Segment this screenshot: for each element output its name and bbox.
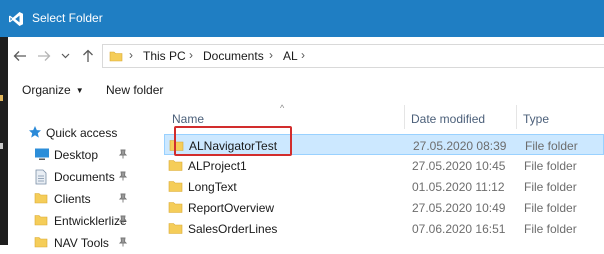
list-item[interactable]: SalesOrderLines 07.06.2020 16:51 File fo… [164, 218, 604, 239]
column-header-name[interactable]: Name [172, 112, 204, 126]
breadcrumb-al[interactable]: AL [283, 49, 298, 63]
organize-label: Organize [22, 83, 71, 97]
breadcrumb-this-pc[interactable]: This PC [143, 49, 186, 63]
nav-item-label: NAV Tools [54, 236, 109, 250]
sort-ascending-icon: ^ [280, 103, 285, 113]
documents-icon [35, 169, 47, 185]
folder-icon [34, 215, 48, 226]
back-arrow-icon [13, 51, 26, 61]
file-date: 01.05.2020 11:12 [412, 180, 505, 194]
file-type: File folder [524, 222, 577, 236]
forward-button[interactable] [34, 46, 54, 66]
chevron-right-icon: › [189, 48, 193, 62]
address-bar[interactable]: › This PC › Documents › AL › [102, 44, 604, 68]
chevron-right-icon: › [129, 48, 133, 62]
navigation-pane: Quick access Desktop Documents Clients E… [8, 105, 150, 250]
nav-item-desktop[interactable]: Desktop [8, 144, 150, 166]
list-item[interactable]: LongText 01.05.2020 11:12 File folder [164, 176, 604, 197]
file-name: ALProject1 [188, 159, 247, 173]
column-header-date[interactable]: Date modified [411, 112, 485, 126]
breadcrumb-documents[interactable]: Documents [203, 49, 264, 63]
folder-icon [34, 237, 48, 248]
file-name: LongText [188, 180, 237, 194]
file-type: File folder [524, 180, 577, 194]
folder-icon [109, 51, 123, 62]
chevron-right-icon: › [301, 48, 305, 62]
chevron-right-icon: › [269, 48, 273, 62]
folder-icon [34, 193, 48, 204]
navigation-scrollbar[interactable] [142, 105, 150, 245]
close-button[interactable] [548, 0, 604, 37]
annotation-highlight-box [174, 126, 292, 156]
file-date: 27.05.2020 08:39 [413, 139, 507, 153]
recent-locations-button[interactable] [58, 46, 72, 66]
folder-icon [168, 160, 183, 171]
file-date: 07.06.2020 16:51 [412, 222, 506, 236]
pin-icon [118, 149, 128, 159]
command-bar: Organize ▼ New folder [8, 75, 604, 106]
up-button[interactable] [78, 46, 98, 66]
desktop-icon [35, 148, 49, 160]
list-item[interactable]: ALProject1 27.05.2020 10:45 File folder [164, 155, 604, 176]
caret-down-icon: ▼ [75, 86, 84, 95]
file-name: ReportOverview [188, 201, 275, 215]
nav-item-label: Entwicklerlize [54, 214, 127, 228]
organize-button[interactable]: Organize ▼ [22, 83, 84, 97]
folder-icon [168, 202, 183, 213]
address-row: › This PC › Documents › AL › [8, 37, 604, 75]
pin-icon [118, 237, 128, 247]
nav-item-nav-tools[interactable]: NAV Tools [8, 232, 150, 254]
file-type: File folder [524, 159, 577, 173]
nav-item-entwicklerlize[interactable]: Entwicklerlize [8, 210, 150, 232]
nav-item-clients[interactable]: Clients [8, 188, 150, 210]
nav-item-documents[interactable]: Documents [8, 166, 150, 188]
nav-item-label: Quick access [46, 126, 118, 140]
column-header-type[interactable]: Type [523, 112, 549, 126]
new-folder-button[interactable]: New folder [106, 83, 163, 97]
vscode-icon [9, 12, 23, 26]
pin-icon [118, 215, 128, 225]
nav-item-label: Desktop [54, 148, 99, 162]
file-date: 27.05.2020 10:49 [412, 201, 506, 215]
folder-icon [168, 223, 183, 234]
pin-icon [118, 171, 128, 181]
file-date: 27.05.2020 10:45 [412, 159, 506, 173]
chevron-down-icon [61, 53, 69, 59]
window-title: Select Folder [32, 11, 103, 25]
pin-icon [118, 193, 128, 203]
title-bar: Select Folder [0, 0, 604, 37]
nav-item-quick-access[interactable]: Quick access [8, 122, 150, 144]
list-item[interactable]: ReportOverview 27.05.2020 10:49 File fol… [164, 197, 604, 218]
back-button[interactable] [10, 46, 30, 66]
file-type: File folder [524, 201, 577, 215]
up-arrow-icon [83, 49, 93, 62]
file-type: File folder [525, 139, 578, 153]
star-icon [29, 126, 41, 138]
folder-icon [168, 181, 183, 192]
nav-item-label: Clients [54, 192, 91, 206]
nav-item-label: Documents [54, 170, 115, 184]
forward-arrow-icon [38, 51, 51, 61]
background-window-edge [0, 37, 8, 245]
file-name: SalesOrderLines [188, 222, 278, 236]
